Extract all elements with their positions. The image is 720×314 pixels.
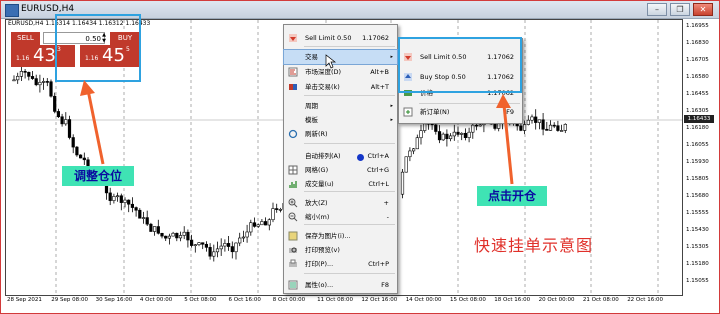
arrow-up-icon [80,80,105,165]
annotation-adjust-position: 调整仓位 [62,166,134,186]
annotation-click-open: 点击开仓 [477,186,547,206]
arrow-up-icon [496,94,514,185]
mouse-pointer-icon [325,54,337,69]
annotation-quick-pending: 快速挂单示意图 [474,236,594,255]
cursor-dot [357,154,364,161]
